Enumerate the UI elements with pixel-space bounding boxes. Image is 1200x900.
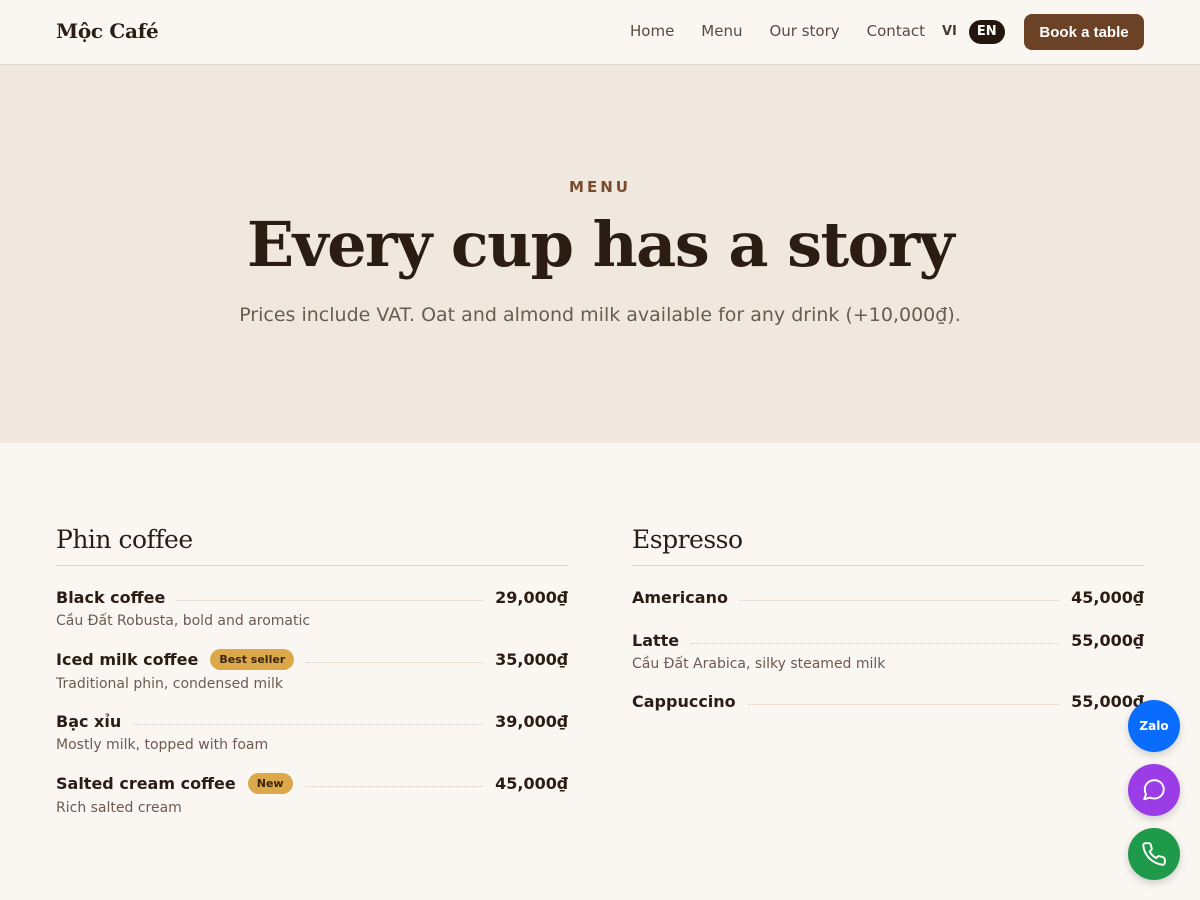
new-badge: New xyxy=(247,773,293,794)
page-title: Every cup has a story xyxy=(246,208,955,281)
item-description: Cầu Đất Robusta, bold and aromatic xyxy=(56,613,311,629)
menu-item[interactable]: Cappuccino 55,000₫ xyxy=(632,692,1144,711)
item-price: 55,000₫ xyxy=(1071,631,1144,650)
dotted-leader xyxy=(739,600,1060,601)
menu-item[interactable]: Iced milk coffee Best seller 35,000₫ Tra… xyxy=(56,649,568,692)
nav-home[interactable]: Home xyxy=(630,22,674,40)
site-header: Mộc Café Home Menu Our story Contact VI … xyxy=(0,0,1200,65)
lang-vi[interactable]: VI xyxy=(934,20,965,44)
item-name: Americano xyxy=(632,588,728,607)
hero-subtitle: Prices include VAT. Oat and almond milk … xyxy=(239,304,961,326)
item-name: Salted cream coffee xyxy=(56,774,236,793)
menu-item[interactable]: Bạc xỉu 39,000₫ Mostly milk, topped with… xyxy=(56,712,568,753)
item-price: 45,000₫ xyxy=(1071,588,1144,607)
hero-eyebrow: MENU xyxy=(569,178,631,196)
item-price: 55,000₫ xyxy=(1071,692,1144,711)
menu-section-espresso: Espresso Americano 45,000₫ Latte 55,000₫… xyxy=(632,522,1144,711)
menu-item[interactable]: Americano 45,000₫ xyxy=(632,588,1144,607)
main-nav: Home Menu Our story Contact xyxy=(630,22,925,40)
dotted-leader xyxy=(177,600,484,601)
item-price: 29,000₫ xyxy=(495,588,568,607)
section-title: Espresso xyxy=(632,522,1144,566)
language-switcher: VI EN xyxy=(934,20,1005,44)
item-price: 35,000₫ xyxy=(495,650,568,669)
item-description: Mostly milk, topped with foam xyxy=(56,737,269,753)
item-name: Latte xyxy=(632,631,680,650)
zalo-button[interactable]: Zalo xyxy=(1128,700,1180,752)
item-price: 39,000₫ xyxy=(495,712,568,731)
menu-section-phin: Phin coffee Black coffee 29,000₫ Cầu Đất… xyxy=(56,522,568,816)
menu-item[interactable]: Black coffee 29,000₫ Cầu Đất Robusta, bo… xyxy=(56,588,568,629)
item-description: Cầu Đất Arabica, silky steamed milk xyxy=(632,656,886,672)
dotted-leader xyxy=(133,724,484,725)
item-name: Bạc xỉu xyxy=(56,712,122,731)
dotted-leader xyxy=(304,786,484,787)
dotted-leader xyxy=(747,704,1060,705)
nav-menu[interactable]: Menu xyxy=(701,22,742,40)
section-title: Phin coffee xyxy=(56,522,568,566)
nav-contact[interactable]: Contact xyxy=(867,22,925,40)
hero-section: MENU Every cup has a story Prices includ… xyxy=(0,65,1200,443)
chat-bubble-icon xyxy=(1143,779,1165,801)
menu-item[interactable]: Salted cream coffee New 45,000₫ Rich sal… xyxy=(56,773,568,816)
chat-button[interactable] xyxy=(1128,764,1180,816)
dotted-leader xyxy=(691,643,1060,644)
item-description: Rich salted cream xyxy=(56,800,182,816)
book-table-button[interactable]: Book a table xyxy=(1024,14,1144,50)
phone-icon xyxy=(1142,842,1166,866)
item-name: Black coffee xyxy=(56,588,166,607)
item-description: Traditional phin, condensed milk xyxy=(56,676,284,692)
item-name: Iced milk coffee xyxy=(56,650,199,669)
item-price: 45,000₫ xyxy=(495,774,568,793)
call-button[interactable] xyxy=(1128,828,1180,880)
dotted-leader xyxy=(306,662,484,663)
best-seller-badge: Best seller xyxy=(210,649,295,670)
zalo-label: Zalo xyxy=(1139,719,1169,733)
lang-en[interactable]: EN xyxy=(968,20,1005,44)
nav-our-story[interactable]: Our story xyxy=(769,22,839,40)
item-name: Cappuccino xyxy=(632,692,736,711)
menu-item[interactable]: Latte 55,000₫ Cầu Đất Arabica, silky ste… xyxy=(632,631,1144,672)
brand-logo[interactable]: Mộc Café xyxy=(56,19,159,43)
